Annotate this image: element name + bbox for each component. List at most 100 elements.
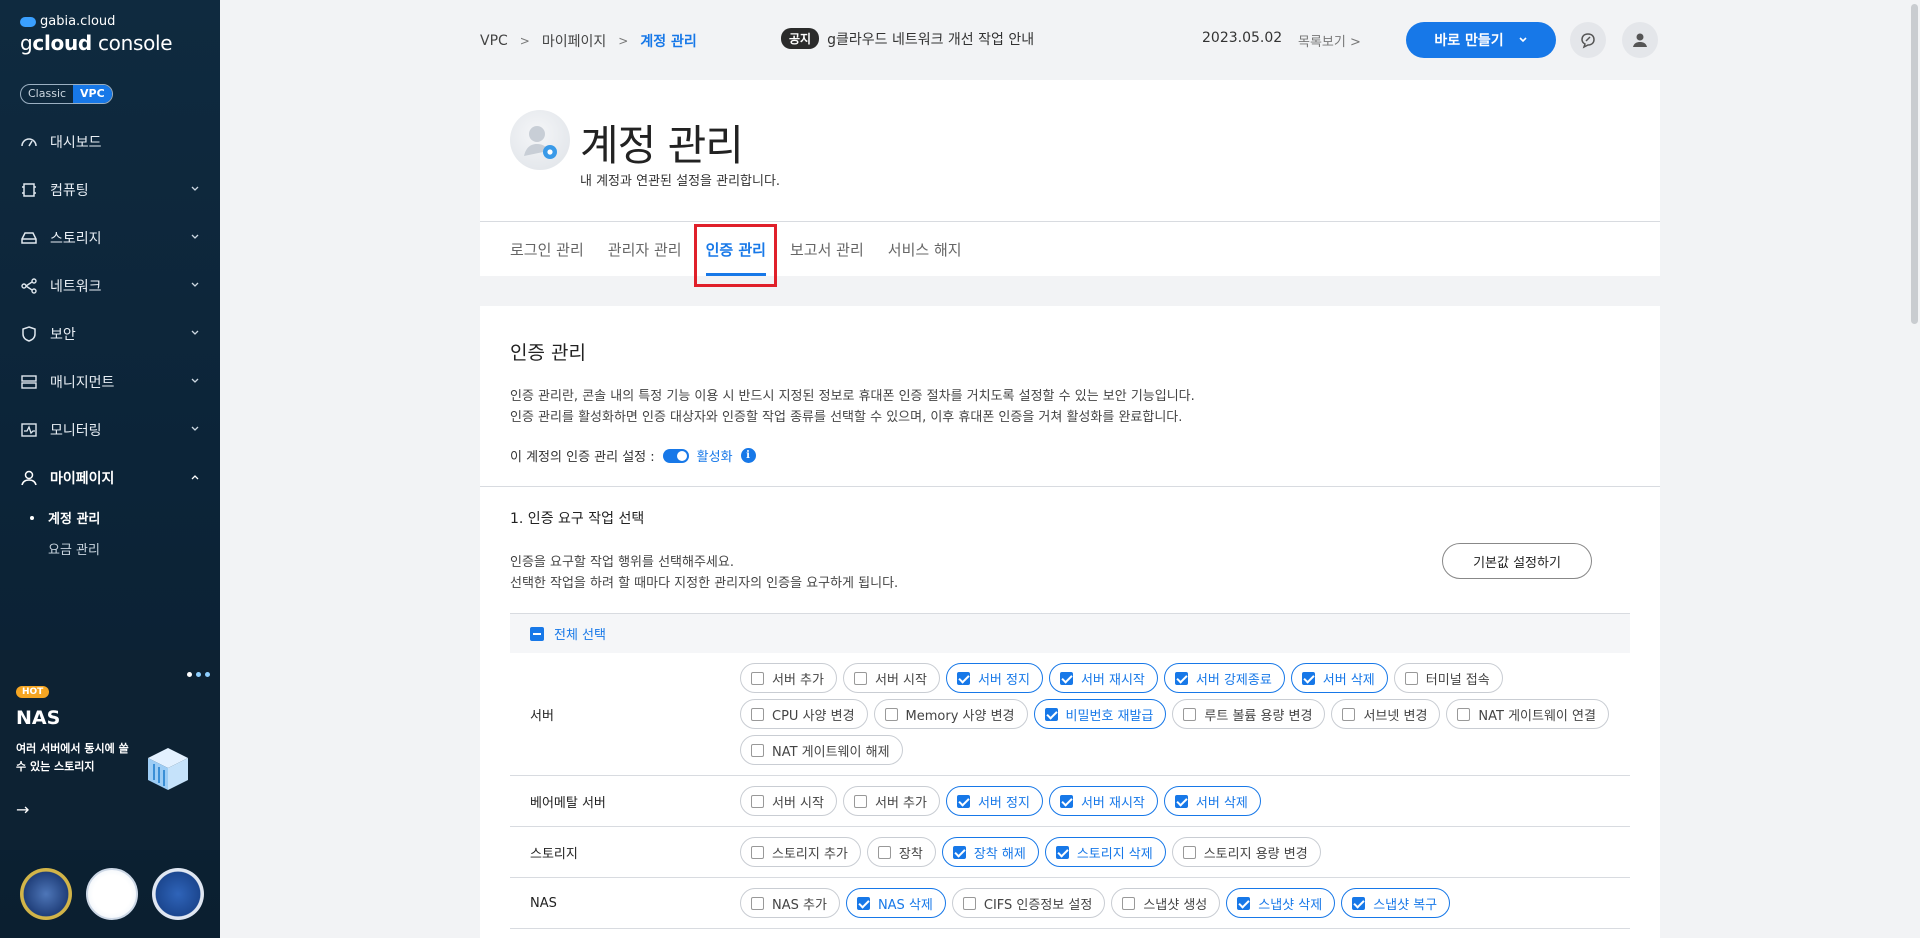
mode-classic[interactable]: Classic <box>21 85 73 103</box>
unchecked-box-icon[interactable] <box>1182 845 1196 859</box>
task-checkbox-chip[interactable]: 루트 볼륨 용량 변경 <box>1172 699 1326 729</box>
task-checkbox-chip[interactable]: NAS 추가 <box>740 888 840 918</box>
breadcrumb-item[interactable]: 마이페이지 <box>542 31 606 51</box>
checked-box-icon[interactable] <box>1044 707 1058 721</box>
task-checkbox-chip[interactable]: 서버 추가 <box>842 786 940 816</box>
row-label: NAS <box>530 895 557 911</box>
sidebar-item-monitoring[interactable]: 모니터링 <box>0 406 220 454</box>
task-checkbox-chip[interactable]: 스토리지 삭제 <box>1044 837 1166 867</box>
task-checkbox-chip[interactable]: 장착 해제 <box>941 837 1039 867</box>
task-checkbox-chip[interactable]: 스냅샷 복구 <box>1341 888 1451 918</box>
task-checkbox-chip[interactable]: NAT 게이트웨이 연결 <box>1446 699 1609 729</box>
list-view-link[interactable]: 목록보기 > <box>1298 31 1361 50</box>
sidebar-subitem-billing[interactable]: 요금 관리 <box>30 533 220 564</box>
checked-box-icon[interactable] <box>856 896 870 910</box>
scrollbar[interactable] <box>1911 4 1918 324</box>
carousel-dot[interactable] <box>187 672 192 677</box>
mode-switch[interactable]: Classic VPC <box>20 84 113 104</box>
checked-box-icon[interactable] <box>1301 671 1315 685</box>
auth-toggle[interactable] <box>662 448 689 463</box>
unchecked-box-icon[interactable] <box>1342 707 1356 721</box>
task-checkbox-chip[interactable]: 서버 추가 <box>740 663 837 693</box>
task-checkbox-chip[interactable]: 스냅샷 삭제 <box>1226 888 1336 918</box>
task-checkbox-chip[interactable]: NAT 게이트웨이 해제 <box>740 735 903 765</box>
chat-button[interactable] <box>1570 22 1606 58</box>
task-checkbox-chip[interactable]: 비밀번호 재발급 <box>1033 699 1167 729</box>
tab-report[interactable]: 보고서 관리 <box>790 222 864 276</box>
checked-box-icon[interactable] <box>1059 671 1073 685</box>
checked-box-icon[interactable] <box>956 794 970 808</box>
task-checkbox-chip[interactable]: Memory 사양 변경 <box>873 699 1028 729</box>
mode-vpc[interactable]: VPC <box>73 85 112 103</box>
task-checkbox-chip[interactable]: 서버 강제종료 <box>1163 663 1285 693</box>
logo[interactable]: gabia.cloud gcloud console <box>20 14 173 55</box>
checked-box-icon[interactable] <box>1059 794 1073 808</box>
info-icon[interactable]: i <box>740 448 756 463</box>
task-checkbox-chip[interactable]: 서브넷 변경 <box>1331 699 1441 729</box>
unchecked-box-icon[interactable] <box>751 707 764 721</box>
task-checkbox-chip[interactable]: 서버 재시작 <box>1048 786 1158 816</box>
unchecked-box-icon[interactable] <box>751 671 764 685</box>
task-checkbox-chip[interactable]: 서버 정지 <box>945 663 1043 693</box>
task-checkbox-chip[interactable]: 스토리지 용량 변경 <box>1171 837 1321 867</box>
sidebar-item-mypage[interactable]: 마이페이지 <box>0 454 220 502</box>
checked-box-icon[interactable] <box>952 845 966 859</box>
task-checkbox-chip[interactable]: NAS 삭제 <box>845 888 946 918</box>
sidebar-subitem-account[interactable]: 계정 관리 <box>30 502 220 533</box>
checked-box-icon[interactable] <box>956 671 970 685</box>
carousel-dot[interactable] <box>196 672 201 677</box>
sidebar-item-storage[interactable]: 스토리지 <box>0 214 220 262</box>
unchecked-box-icon[interactable] <box>1457 707 1471 721</box>
task-checkbox-chip[interactable]: 서버 정지 <box>945 786 1043 816</box>
task-checkbox-chip[interactable]: 서버 시작 <box>740 786 837 816</box>
sidebar-item-computing[interactable]: 컴퓨팅 <box>0 166 220 214</box>
checked-box-icon[interactable] <box>1055 845 1069 859</box>
create-button[interactable]: 바로 만들기 <box>1406 22 1556 58</box>
set-default-button[interactable]: 기본값 설정하기 <box>1442 543 1592 579</box>
sidebar-item-dashboard[interactable]: 대시보드 <box>0 118 220 166</box>
task-checkbox-chip[interactable]: 터미널 접속 <box>1393 663 1503 693</box>
unchecked-box-icon[interactable] <box>1183 707 1197 721</box>
sidebar-item-network[interactable]: 네트워크 <box>0 262 220 310</box>
task-checkbox-chip[interactable]: 장착 <box>866 837 936 867</box>
task-checkbox-chip[interactable]: 서버 삭제 <box>1163 786 1261 816</box>
task-checkbox-chip[interactable]: CIFS 인증정보 설정 <box>951 888 1106 918</box>
unchecked-box-icon[interactable] <box>962 896 976 910</box>
promo-banner[interactable]: HOT NAS 여러 서버에서 동시에 쓸 수 있는 스토리지 → <box>0 650 220 850</box>
breadcrumb: VPC > 마이페이지 > 계정 관리 <box>480 31 697 51</box>
checked-box-icon[interactable] <box>1174 671 1188 685</box>
sidebar-item-management[interactable]: 매니지먼트 <box>0 358 220 406</box>
task-checkbox-chip[interactable]: CPU 사양 변경 <box>740 699 868 729</box>
task-checkbox-chip[interactable]: 스냅샷 생성 <box>1111 888 1221 918</box>
unchecked-box-icon[interactable] <box>1404 671 1418 685</box>
unchecked-box-icon[interactable] <box>877 845 891 859</box>
arrow-right-icon[interactable]: → <box>16 800 29 819</box>
profile-button[interactable] <box>1622 22 1658 58</box>
select-all-checkbox[interactable] <box>530 626 544 641</box>
sidebar-item-security[interactable]: 보안 <box>0 310 220 358</box>
checked-box-icon[interactable] <box>1352 896 1366 910</box>
unchecked-box-icon[interactable] <box>853 794 867 808</box>
breadcrumb-item[interactable]: VPC <box>480 33 508 49</box>
unchecked-box-icon[interactable] <box>751 794 764 808</box>
tab-admin[interactable]: 관리자 관리 <box>608 222 682 276</box>
unchecked-box-icon[interactable] <box>751 845 764 859</box>
carousel-dot[interactable] <box>205 672 210 677</box>
tab-cancel-service[interactable]: 서비스 해지 <box>888 222 962 276</box>
unchecked-box-icon[interactable] <box>751 743 764 757</box>
task-checkbox-chip[interactable]: 서버 삭제 <box>1290 663 1388 693</box>
task-checkbox-chip[interactable]: 서버 시작 <box>842 663 940 693</box>
notice-text[interactable]: g클라우드 네트워크 개선 작업 안내 <box>827 29 1034 49</box>
task-checkbox-chip[interactable]: 서버 재시작 <box>1048 663 1158 693</box>
unchecked-box-icon[interactable] <box>1122 896 1136 910</box>
notice[interactable]: 공지 g클라우드 네트워크 개선 작업 안내 <box>781 28 1034 49</box>
unchecked-box-icon[interactable] <box>884 707 898 721</box>
checked-box-icon[interactable] <box>1237 896 1251 910</box>
unchecked-box-icon[interactable] <box>751 896 764 910</box>
task-checkbox-chip[interactable]: 스토리지 추가 <box>740 837 861 867</box>
select-all-row[interactable]: 전체 선택 <box>510 613 1630 653</box>
carousel-dots[interactable] <box>187 672 210 677</box>
checked-box-icon[interactable] <box>1174 794 1188 808</box>
tab-login[interactable]: 로그인 관리 <box>510 222 584 276</box>
unchecked-box-icon[interactable] <box>853 671 867 685</box>
